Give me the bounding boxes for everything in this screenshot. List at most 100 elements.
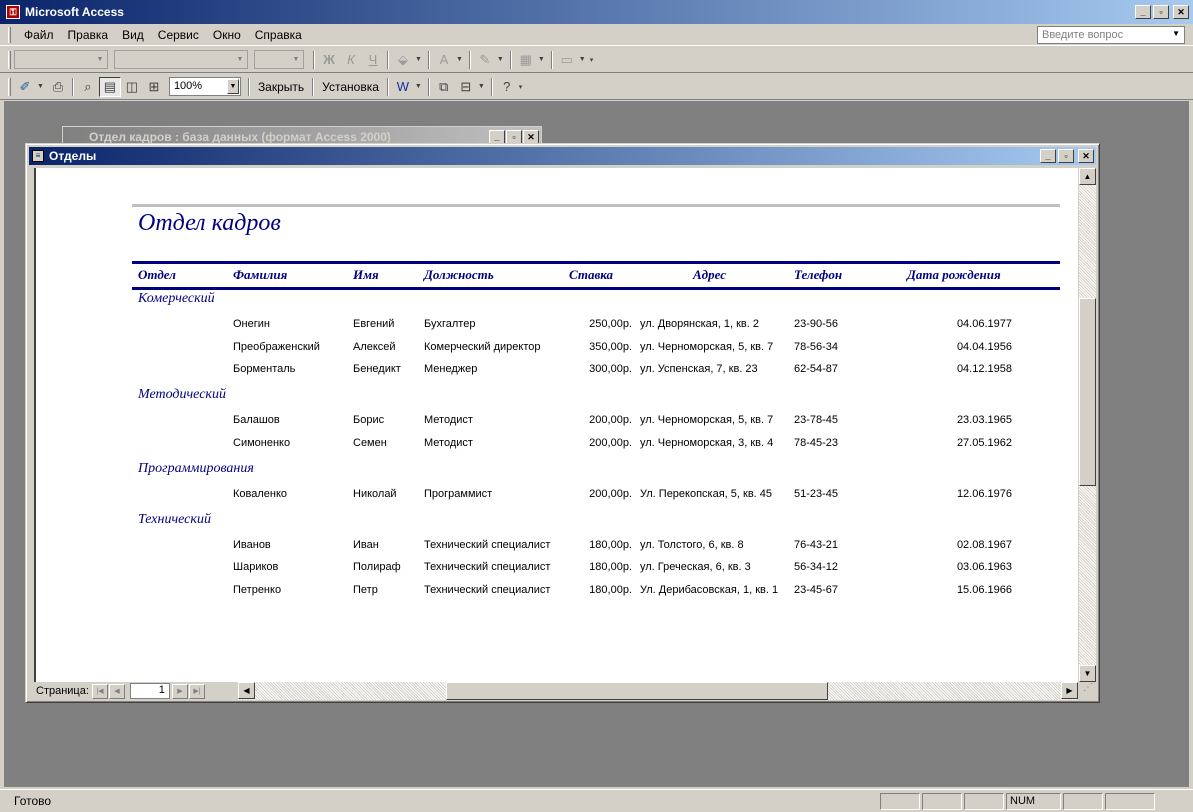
line-style-icon[interactable]: ▭: [556, 50, 578, 70]
next-page-icon[interactable]: ▶: [171, 683, 188, 699]
bold-button[interactable]: Ж: [318, 50, 340, 70]
toolbar-grip[interactable]: [8, 77, 11, 96]
print-icon[interactable]: ⎙: [47, 77, 69, 97]
two-pages-icon[interactable]: ◫: [121, 77, 143, 97]
font-color-icon[interactable]: A: [433, 50, 455, 70]
cell-position: Менеджер: [424, 363, 478, 375]
minimize-button[interactable]: _: [1135, 5, 1151, 19]
cell-phone: 78-45-23: [794, 436, 839, 449]
restore-button[interactable]: ▫: [506, 130, 522, 144]
menu-help[interactable]: Справка: [248, 28, 309, 42]
menubar-grip[interactable]: [8, 26, 11, 43]
dept-group-header: Методический: [138, 387, 226, 402]
cell-position: Технический специалист: [424, 561, 551, 573]
status-panel: [880, 792, 920, 810]
new-object-icon[interactable]: ⊟: [455, 77, 477, 97]
database-window-icon[interactable]: ⧉: [433, 77, 455, 97]
restore-button[interactable]: ▫: [1153, 5, 1169, 19]
report-top-rule: [132, 204, 1060, 207]
borders-icon[interactable]: ▦: [515, 50, 537, 70]
access-app: ⚿ Microsoft Access _ ▫ ✕ Файл Правка Вид…: [0, 0, 1193, 812]
toolbar-grip[interactable]: [8, 50, 11, 69]
menu-edit[interactable]: Правка: [61, 28, 116, 42]
minimize-button[interactable]: _: [489, 130, 505, 144]
page-number-input[interactable]: 1: [129, 683, 170, 699]
cell-surname: Борменталь: [233, 363, 296, 375]
menu-tools[interactable]: Сервис: [151, 28, 206, 42]
report-page: Отдел кадров Отдел Фамилия Имя Должность…: [34, 168, 1078, 682]
cell-address: ул. Черноморская, 5, кв. 7: [640, 340, 774, 353]
col-header-rate: Ставка: [569, 267, 614, 282]
design-view-icon[interactable]: ✐: [14, 77, 36, 97]
help-icon[interactable]: ?: [496, 77, 518, 97]
report-title: Отдел кадров: [138, 210, 281, 236]
dept-group-header: Технический: [138, 511, 211, 527]
underline-button[interactable]: Ч: [362, 50, 384, 70]
close-button[interactable]: ✕: [523, 130, 539, 144]
cell-surname: Петренко: [233, 583, 282, 596]
cell-rate: 180,00р.: [589, 561, 632, 573]
chevron-down-icon[interactable]: ▼: [1172, 29, 1180, 41]
col-header-name: Имя: [353, 267, 379, 282]
cell-rate: 180,00р.: [589, 538, 632, 551]
zoom-combo[interactable]: 100% ▼: [168, 77, 241, 96]
multiple-pages-icon[interactable]: ⊞: [143, 77, 165, 97]
menu-file[interactable]: Файл: [17, 28, 61, 42]
cell-phone: 23-78-45: [794, 414, 839, 426]
vertical-scrollbar[interactable]: ▲ ▼: [1079, 168, 1096, 682]
object-combo[interactable]: ▼: [14, 50, 108, 69]
minimize-button[interactable]: _: [1040, 149, 1056, 163]
magnifier-icon[interactable]: ⌕: [77, 77, 99, 97]
menu-window[interactable]: Окно: [206, 28, 248, 42]
cell-address: ул. Черноморская, 5, кв. 7: [640, 414, 774, 426]
cell-position: Методист: [424, 436, 473, 449]
italic-button[interactable]: К: [340, 50, 362, 70]
prev-page-icon[interactable]: ◀: [108, 683, 125, 699]
menu-view[interactable]: Вид: [115, 28, 151, 42]
office-links-icon[interactable]: W: [392, 77, 414, 97]
cell-surname: Преображенский: [233, 340, 320, 353]
scroll-up-icon[interactable]: ▲: [1079, 168, 1096, 185]
cell-birthdate: 12.06.1976: [956, 487, 1012, 500]
resize-grip-icon[interactable]: ⋰: [1080, 682, 1096, 700]
cell-surname: Коваленко: [233, 487, 288, 500]
cell-rate: 300,00р.: [589, 363, 632, 375]
font-size-combo[interactable]: ▼: [254, 50, 304, 69]
cell-position: Бухгалтер: [424, 318, 476, 330]
ask-question-box[interactable]: Введите вопрос ▼: [1037, 26, 1185, 44]
close-button[interactable]: ✕: [1078, 149, 1094, 163]
report-icon: ≡: [32, 150, 44, 162]
col-header-address: Адрес: [693, 267, 726, 282]
scroll-left-icon[interactable]: ◀: [238, 682, 255, 699]
vertical-scroll-thumb[interactable]: [1079, 298, 1096, 486]
cell-rate: 200,00р.: [589, 487, 632, 500]
close-preview-button[interactable]: Закрыть: [253, 80, 309, 94]
cell-name: Борис: [353, 414, 385, 426]
cell-rate: 200,00р.: [589, 414, 632, 426]
scroll-down-icon[interactable]: ▼: [1079, 665, 1096, 682]
font-name-combo[interactable]: ▼: [114, 50, 248, 69]
line-color-icon[interactable]: ✎: [474, 50, 496, 70]
horizontal-scrollbar[interactable]: ◀ ▶: [238, 682, 1078, 700]
horizontal-scroll-thumb[interactable]: [446, 682, 828, 700]
cell-name: Иван: [353, 538, 379, 551]
cell-name: Евгений: [353, 318, 395, 330]
cell-address: ул. Толстого, 6, кв. 8: [640, 538, 744, 551]
close-button[interactable]: ✕: [1173, 5, 1189, 19]
first-page-icon[interactable]: |◀: [91, 683, 108, 699]
cell-phone: 23-90-56: [794, 318, 839, 330]
page-setup-button[interactable]: Установка: [317, 80, 384, 94]
cell-birthdate: 03.06.1963: [956, 561, 1012, 573]
scroll-right-icon[interactable]: ▶: [1061, 682, 1078, 699]
status-bar: Готово NUM: [0, 789, 1193, 812]
cell-position: Комерческий директор: [424, 340, 541, 353]
database-window-title: Отдел кадров : база данных (формат Acces…: [89, 130, 391, 144]
restore-button[interactable]: ▫: [1058, 149, 1074, 163]
report-window-titlebar: ≡ Отделы _ ▫ ✕: [29, 147, 1096, 165]
one-page-icon[interactable]: ▤: [98, 76, 121, 97]
num-lock-indicator: NUM: [1006, 792, 1061, 810]
cell-rate: 250,00р.: [589, 318, 632, 330]
cell-name: Николай: [353, 487, 397, 500]
fill-color-icon[interactable]: ⬙: [392, 50, 414, 70]
last-page-icon[interactable]: ▶|: [188, 683, 205, 699]
